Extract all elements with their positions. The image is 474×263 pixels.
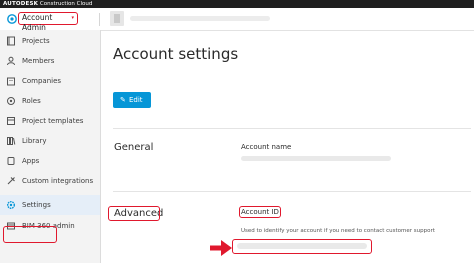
sidebar-item-settings[interactable]: Settings xyxy=(0,195,100,215)
sidebar-item-label: Companies xyxy=(22,77,62,85)
header-divider xyxy=(99,13,100,26)
projects-icon xyxy=(7,36,15,46)
sidebar-item-label: Projects xyxy=(22,37,50,45)
custom-integrations-icon xyxy=(7,177,15,185)
account-id-highlight-box xyxy=(239,206,281,218)
brand-name: AUTODESK xyxy=(3,1,39,7)
project-thumbnail[interactable] xyxy=(110,11,124,26)
account-name-value-redacted xyxy=(241,156,391,161)
edit-button-label: Edit xyxy=(129,96,143,104)
roles-icon xyxy=(7,97,15,105)
sidebar-item-label: Members xyxy=(22,57,55,65)
project-name-redacted[interactable] xyxy=(130,16,270,21)
apps-icon xyxy=(7,157,15,165)
sidebar-item-project-templates[interactable]: Project templates xyxy=(0,111,100,131)
top-brand-bar: AUTODESK Construction Cloud xyxy=(0,0,474,8)
members-icon xyxy=(7,56,15,66)
red-arrow-icon xyxy=(210,240,232,256)
account-id-value-highlight-box xyxy=(232,239,372,254)
autodesk-logo: AUTODESK Construction Cloud xyxy=(3,0,92,8)
settings-icon xyxy=(7,201,15,209)
sidebar-item-apps[interactable]: Apps xyxy=(0,151,100,171)
sidebar-item-projects[interactable]: Projects xyxy=(0,31,100,51)
sidebar-item-label: Roles xyxy=(22,97,41,105)
settings-highlight-box xyxy=(3,226,57,243)
sidebar-item-label: Apps xyxy=(22,157,40,165)
account-id-description: Used to identify your account if you nee… xyxy=(241,228,435,234)
sidebar-item-library[interactable]: Library xyxy=(0,131,100,151)
account-switcher[interactable]: Account Admin ▾ xyxy=(18,12,78,32)
library-icon xyxy=(7,137,16,145)
section-heading-general: General xyxy=(114,142,154,153)
app-header: Account Admin ▾ xyxy=(0,8,474,32)
advanced-highlight-box xyxy=(108,206,160,221)
chevron-down-icon: ▾ xyxy=(71,15,74,21)
sidebar-item-roles[interactable]: Roles xyxy=(0,91,100,111)
sidebar-item-custom-integrations[interactable]: Custom integrations xyxy=(0,171,100,191)
sidebar-item-label: Project templates xyxy=(22,117,84,125)
product-name: Construction Cloud xyxy=(39,1,93,7)
sidebar-item-members[interactable]: Members xyxy=(0,51,100,71)
pencil-icon: ✎ xyxy=(120,96,126,104)
project-templates-icon xyxy=(7,117,15,125)
edit-button[interactable]: ✎ Edit xyxy=(113,92,151,108)
divider xyxy=(113,191,471,192)
account-name-label: Account name xyxy=(241,143,292,151)
companies-icon xyxy=(7,77,15,86)
sidebar-item-label: Settings xyxy=(22,201,51,209)
sidebar-item-label: Library xyxy=(22,137,47,145)
page-title: Account settings xyxy=(113,45,239,63)
sidebar-item-companies[interactable]: Companies xyxy=(0,71,100,91)
divider xyxy=(113,128,471,129)
sidebar-item-label: Custom integrations xyxy=(22,177,94,185)
account-admin-icon xyxy=(7,14,17,24)
sidebar: Projects Members Companies Roles Project… xyxy=(0,30,101,263)
main-content: Account settings ✎ Edit General Account … xyxy=(101,30,474,263)
